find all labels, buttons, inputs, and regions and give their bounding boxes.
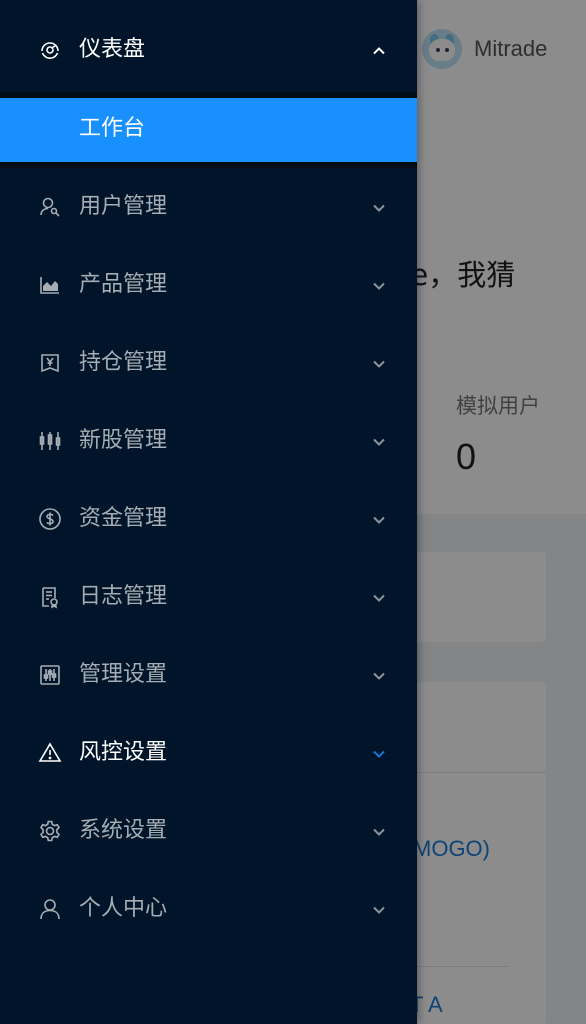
submenu-item-workbench[interactable]: 工作台 — [0, 98, 417, 162]
gear-icon — [38, 819, 62, 843]
menu-item-risk-settings[interactable]: 风控设置 — [0, 722, 417, 784]
menu-item-label: 资金管理 — [79, 506, 168, 531]
menu-item-label: 系统设置 — [79, 818, 168, 843]
menu-item-label: 产品管理 — [79, 272, 168, 297]
menu-item-personal-center[interactable]: 个人中心 — [0, 878, 417, 940]
sidebar-menu: 仪表盘 工作台 用户管理 产品管理 持仓管理 新股管理 资金管理 日志管理 管理… — [0, 0, 417, 1024]
chevron-down-icon — [369, 510, 389, 530]
menu-item-label: 新股管理 — [79, 428, 168, 453]
menu-item-fund-management[interactable]: 资金管理 — [0, 488, 417, 550]
menu-item-dashboard[interactable]: 仪表盘 — [0, 19, 417, 81]
submenu-item-label: 工作台 — [79, 116, 146, 141]
chevron-down-icon — [369, 276, 389, 296]
menu-item-label: 仪表盘 — [79, 37, 146, 62]
chevron-down-icon — [369, 822, 389, 842]
chevron-down-icon — [369, 198, 389, 218]
menu-item-label: 日志管理 — [79, 584, 168, 609]
warning-icon — [38, 741, 62, 765]
audit-log-icon — [38, 585, 62, 609]
chevron-down-icon — [369, 432, 389, 452]
yen-account-icon — [38, 351, 62, 375]
chevron-down-icon — [369, 354, 389, 374]
dashboard-icon — [38, 38, 62, 62]
user-manage-icon — [38, 195, 62, 219]
menu-item-ipo-management[interactable]: 新股管理 — [0, 410, 417, 472]
menu-item-position-management[interactable]: 持仓管理 — [0, 332, 417, 394]
chevron-down-icon — [369, 900, 389, 920]
dollar-icon — [38, 507, 62, 531]
person-icon — [38, 897, 62, 921]
menu-item-label: 持仓管理 — [79, 350, 168, 375]
menu-item-product-management[interactable]: 产品管理 — [0, 254, 417, 316]
chevron-up-icon — [369, 41, 389, 61]
menu-item-label: 个人中心 — [79, 896, 168, 921]
chevron-down-icon — [369, 588, 389, 608]
chevron-down-icon — [369, 666, 389, 686]
menu-item-admin-settings[interactable]: 管理设置 — [0, 644, 417, 706]
control-icon — [38, 663, 62, 687]
area-chart-icon — [38, 273, 62, 297]
menu-item-system-settings[interactable]: 系统设置 — [0, 800, 417, 862]
menu-item-label: 风控设置 — [79, 740, 168, 765]
menu-item-user-management[interactable]: 用户管理 — [0, 176, 417, 238]
menu-item-log-management[interactable]: 日志管理 — [0, 566, 417, 628]
sliders-icon — [38, 429, 62, 453]
menu-item-label: 管理设置 — [79, 662, 168, 687]
chevron-down-icon — [369, 744, 389, 764]
menu-item-label: 用户管理 — [79, 194, 168, 219]
